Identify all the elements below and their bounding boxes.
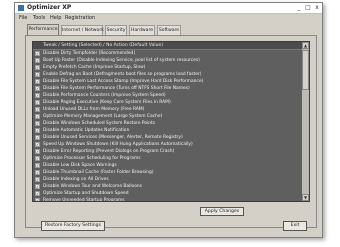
list-item[interactable]: ✓ Disable Low Disk Space Warnings	[33, 162, 303, 169]
checkbox[interactable]: ✓	[35, 100, 40, 105]
checkbox[interactable]: ✓	[35, 177, 40, 182]
apply-changes-button[interactable]: Apply Changes	[200, 207, 244, 216]
list-item-label: Disable Error Reporting (Prevent Dialogs…	[43, 149, 175, 154]
list-item[interactable]: ✓ Unload Unused DLLs from Memory (Free RA…	[33, 106, 303, 113]
minimize-button[interactable]: _	[295, 4, 303, 12]
menu-tools[interactable]: Tools	[33, 14, 45, 23]
exit-button[interactable]: Exit	[283, 221, 307, 231]
list-item-label: Disable Windows Scheduled System Restore…	[43, 121, 156, 126]
list-item[interactable]: ✓ Disable Windows Tour and Welcome Balloo…	[33, 183, 303, 190]
checkbox[interactable]: ✓	[35, 191, 40, 196]
list-item-label: Optimize Startup and Shutdown Speed	[43, 191, 129, 196]
close-button[interactable]: x	[313, 4, 321, 12]
menu-registration[interactable]: Registration	[65, 14, 95, 23]
list-item[interactable]: ✓ Optimize Processor Scheduling for Progr…	[33, 155, 303, 162]
checkbox[interactable]: ✓	[35, 86, 40, 91]
list-item-label: Disable Thumbnail Cache (Faster Folder B…	[43, 170, 154, 175]
list-item-label: Unload Unused DLLs from Memory (Free RAM…	[43, 107, 145, 112]
tab-performance[interactable]: Performance	[27, 24, 59, 35]
list-item[interactable]: ✓ Empty Prefetch Cache (Improve Startup, …	[33, 64, 303, 71]
list-item-label: Boot Up Faster (Disable Indexing Service…	[43, 58, 200, 63]
list-scrollbar[interactable]: ▲ ▼	[302, 42, 309, 201]
list-item-label: Disable File System Last Access Stamp (I…	[43, 79, 204, 84]
list-item-label: Disable Performance Counters (Improve Sy…	[43, 93, 166, 98]
scroll-up-icon[interactable]: ▲	[302, 42, 309, 49]
checkbox[interactable]: ✓	[35, 170, 40, 175]
checkbox[interactable]: ✓	[35, 156, 40, 161]
checkbox[interactable]: ✓	[35, 128, 40, 133]
menu-bar: File Tools Help Registration	[15, 14, 322, 23]
list-item-label: Disable Dirty Tempfolder (Recommended)	[43, 51, 136, 56]
list-item-label: Empty Prefetch Cache (Improve Startup, S…	[43, 65, 146, 70]
list-item[interactable]: ✓ Disable Automatic Updates Notification	[33, 127, 303, 134]
list-item-label: Disable Indexing on All Drives	[43, 177, 109, 182]
checkbox[interactable]: ✓	[35, 163, 40, 168]
checkbox[interactable]: ✓	[35, 121, 40, 126]
list-item-label: Disable Automatic Updates Notification	[43, 128, 130, 133]
checkbox[interactable]: ✓	[35, 149, 40, 154]
list-item-label: Optimize Processor Scheduling for Progra…	[43, 156, 141, 161]
tweak-list[interactable]: Tweak / Setting (Selected) / No Action (…	[32, 41, 310, 202]
tab-software[interactable]: Software	[157, 25, 181, 35]
restore-factory-settings-button[interactable]: Restore Factory Settings	[41, 221, 105, 231]
list-item[interactable]: ✓ Optimize Startup and Shutdown Speed	[33, 190, 303, 197]
tab-panel: Tweak / Setting (Selected) / No Action (…	[25, 35, 317, 228]
list-item[interactable]: ✓ Disable Unused Services (Messenger, Ale…	[33, 134, 303, 141]
checkbox[interactable]: ✓	[35, 93, 40, 98]
menu-help[interactable]: Help	[50, 14, 61, 23]
list-item[interactable]: ✓ Disable Paging Executive (Keep Core Sys…	[33, 99, 303, 106]
list-item-label: Disable Low Disk Space Warnings	[43, 163, 117, 168]
list-item[interactable]: ✓ Disable Indexing on All Drives	[33, 176, 303, 183]
checkbox[interactable]: ✓	[35, 72, 40, 77]
list-item[interactable]: ✓ Disable Performance Counters (Improve S…	[33, 92, 303, 99]
list-item[interactable]: ✓ Enable Defrag on Boot (Defragments boot…	[33, 71, 303, 78]
list-item[interactable]: ✓ Disable Error Reporting (Prevent Dialog…	[33, 148, 303, 155]
list-item[interactable]: ✓ Disable Windows Scheduled System Restor…	[33, 120, 303, 127]
list-item[interactable]: ✓ Disable Dirty Tempfolder (Recommended)	[33, 50, 303, 57]
list-item[interactable]: ✓ Optimize Memory Management (Large Syste…	[33, 113, 303, 120]
list-item-label: Enable Defrag on Boot (Defragments boot …	[43, 72, 202, 77]
checkbox[interactable]: ✓	[35, 51, 40, 56]
checkbox[interactable]: ✓	[35, 65, 40, 70]
scroll-down-icon[interactable]: ▼	[302, 194, 309, 201]
scroll-thumb[interactable]	[302, 50, 309, 90]
list-item-label: Remove Unneeded Startup Programs	[43, 198, 125, 202]
list-item[interactable]: ✓ Disable File System Performance (Turns …	[33, 85, 303, 92]
window-title: Optimizer XP	[27, 4, 72, 11]
checkbox[interactable]: ✓	[35, 107, 40, 112]
checkbox[interactable]: ✓	[35, 135, 40, 140]
list-item-label: Disable Paging Executive (Keep Core Syst…	[43, 100, 171, 105]
list-item[interactable]: ✓ Boot Up Faster (Disable Indexing Servic…	[33, 57, 303, 64]
list-item-label: Speed Up Windows Shutdown (Kill Hung App…	[43, 142, 193, 147]
tab-internet-network[interactable]: Internet / Network	[61, 25, 104, 35]
list-item[interactable]: ✓ Remove Unneeded Startup Programs	[33, 197, 303, 202]
list-header: Tweak / Setting (Selected) / No Action (…	[33, 42, 309, 50]
maximize-button[interactable]: □	[304, 4, 312, 12]
checkbox[interactable]: ✓	[35, 142, 40, 147]
checkbox[interactable]: ✓	[35, 114, 40, 119]
list-item-label: Disable Windows Tour and Welcome Balloon…	[43, 184, 143, 189]
list-header-label: Tweak / Setting (Selected) / No Action (…	[43, 43, 163, 48]
list-item-label: Disable File System Performance (Turns o…	[43, 86, 190, 91]
app-icon	[18, 5, 24, 11]
list-item-label: Disable Unused Services (Messenger, Aler…	[43, 135, 183, 140]
checkbox[interactable]: ✓	[35, 79, 40, 84]
tab-security[interactable]: Security	[105, 25, 127, 35]
list-item[interactable]: ✓ Speed Up Windows Shutdown (Kill Hung Ap…	[33, 141, 303, 148]
checkbox[interactable]: ✓	[35, 198, 40, 201]
list-item[interactable]: ✓ Disable Thumbnail Cache (Faster Folder …	[33, 169, 303, 176]
checkbox[interactable]: ✓	[35, 184, 40, 189]
menu-file[interactable]: File	[19, 14, 27, 23]
checkbox[interactable]: ✓	[35, 58, 40, 63]
list-item-label: Optimize Memory Management (Large System…	[43, 114, 163, 119]
app-window: Optimizer XP _ □ x File Tools Help Regis…	[14, 2, 323, 238]
tab-hardware[interactable]: Hardware	[129, 25, 155, 35]
title-bar: Optimizer XP _ □ x	[15, 3, 322, 14]
list-item[interactable]: ✓ Disable File System Last Access Stamp (…	[33, 78, 303, 85]
